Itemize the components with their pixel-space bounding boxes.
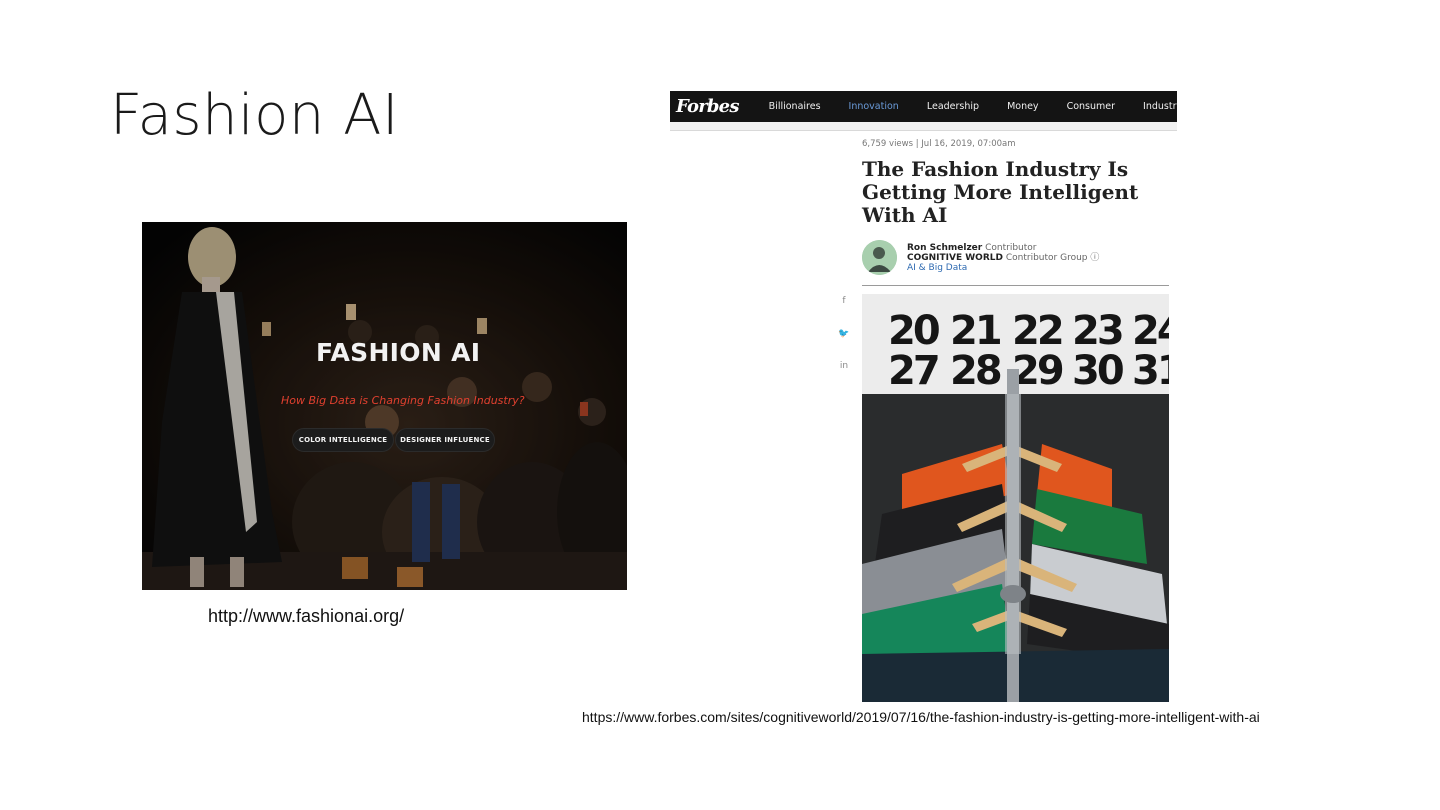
- calendar-29: 29: [1012, 348, 1063, 394]
- author-name[interactable]: Ron Schmelzer: [907, 243, 982, 253]
- calendar-30: 30: [1072, 348, 1123, 394]
- article-meta: 6,759 views | Jul 16, 2019, 07:00am: [862, 139, 1016, 149]
- site-heading: FASHION AI: [316, 338, 481, 367]
- forbes-nav-bar: Forbes Billionaires Innovation Leadershi…: [670, 91, 1177, 122]
- linkedin-icon[interactable]: in: [838, 361, 850, 371]
- nav-divider: [670, 122, 1177, 131]
- nav-item-consumer[interactable]: Consumer: [1067, 101, 1115, 112]
- fashion-ai-url[interactable]: http://www.fashionai.org/: [208, 606, 404, 627]
- nav-item-leadership[interactable]: Leadership: [927, 101, 979, 112]
- author-block: Ron Schmelzer Contributor COGNITIVE WORL…: [907, 243, 1099, 273]
- nav-item-innovation[interactable]: Innovation: [849, 101, 899, 112]
- nav-item-industry[interactable]: Industry: [1143, 101, 1177, 112]
- twitter-icon[interactable]: 🐦: [838, 329, 850, 339]
- clothing-rack-photo: 20 21 22 23 24 27 28 29 30 31: [862, 294, 1169, 702]
- calendar-31: 31: [1132, 348, 1169, 394]
- article-headline: The Fashion Industry Is Getting More Int…: [862, 157, 1139, 227]
- info-icon[interactable]: ⓘ: [1090, 253, 1099, 263]
- author-group-role: Contributor Group: [1005, 253, 1088, 263]
- author-avatar-icon: [862, 240, 897, 275]
- slide-title: Fashion AI: [110, 83, 399, 148]
- designer-influence-button[interactable]: DESIGNER INFLUENCE: [395, 428, 495, 452]
- forbes-logo[interactable]: Forbes: [676, 96, 739, 117]
- facebook-icon[interactable]: f: [838, 296, 850, 306]
- author-topic-link[interactable]: AI & Big Data: [907, 263, 967, 273]
- article-divider: [862, 285, 1169, 286]
- calendar-28: 28: [950, 348, 1001, 394]
- fashion-ai-screenshot: FASHION AI How Big Data is Changing Fash…: [142, 222, 627, 590]
- avatar[interactable]: [862, 240, 897, 275]
- site-tagline: How Big Data is Changing Fashion Industr…: [281, 394, 525, 407]
- author-group[interactable]: COGNITIVE WORLD: [907, 253, 1003, 263]
- forbes-url[interactable]: https://www.forbes.com/sites/cognitivewo…: [582, 709, 1260, 725]
- nav-item-billionaires[interactable]: Billionaires: [769, 101, 821, 112]
- color-intelligence-button[interactable]: COLOR INTELLIGENCE: [292, 428, 394, 452]
- nav-item-money[interactable]: Money: [1007, 101, 1039, 112]
- clothing-rack-illustration: 20 21 22 23 24 27 28 29 30 31: [862, 294, 1169, 702]
- calendar-27: 27: [888, 348, 938, 394]
- author-role: Contributor: [985, 243, 1037, 253]
